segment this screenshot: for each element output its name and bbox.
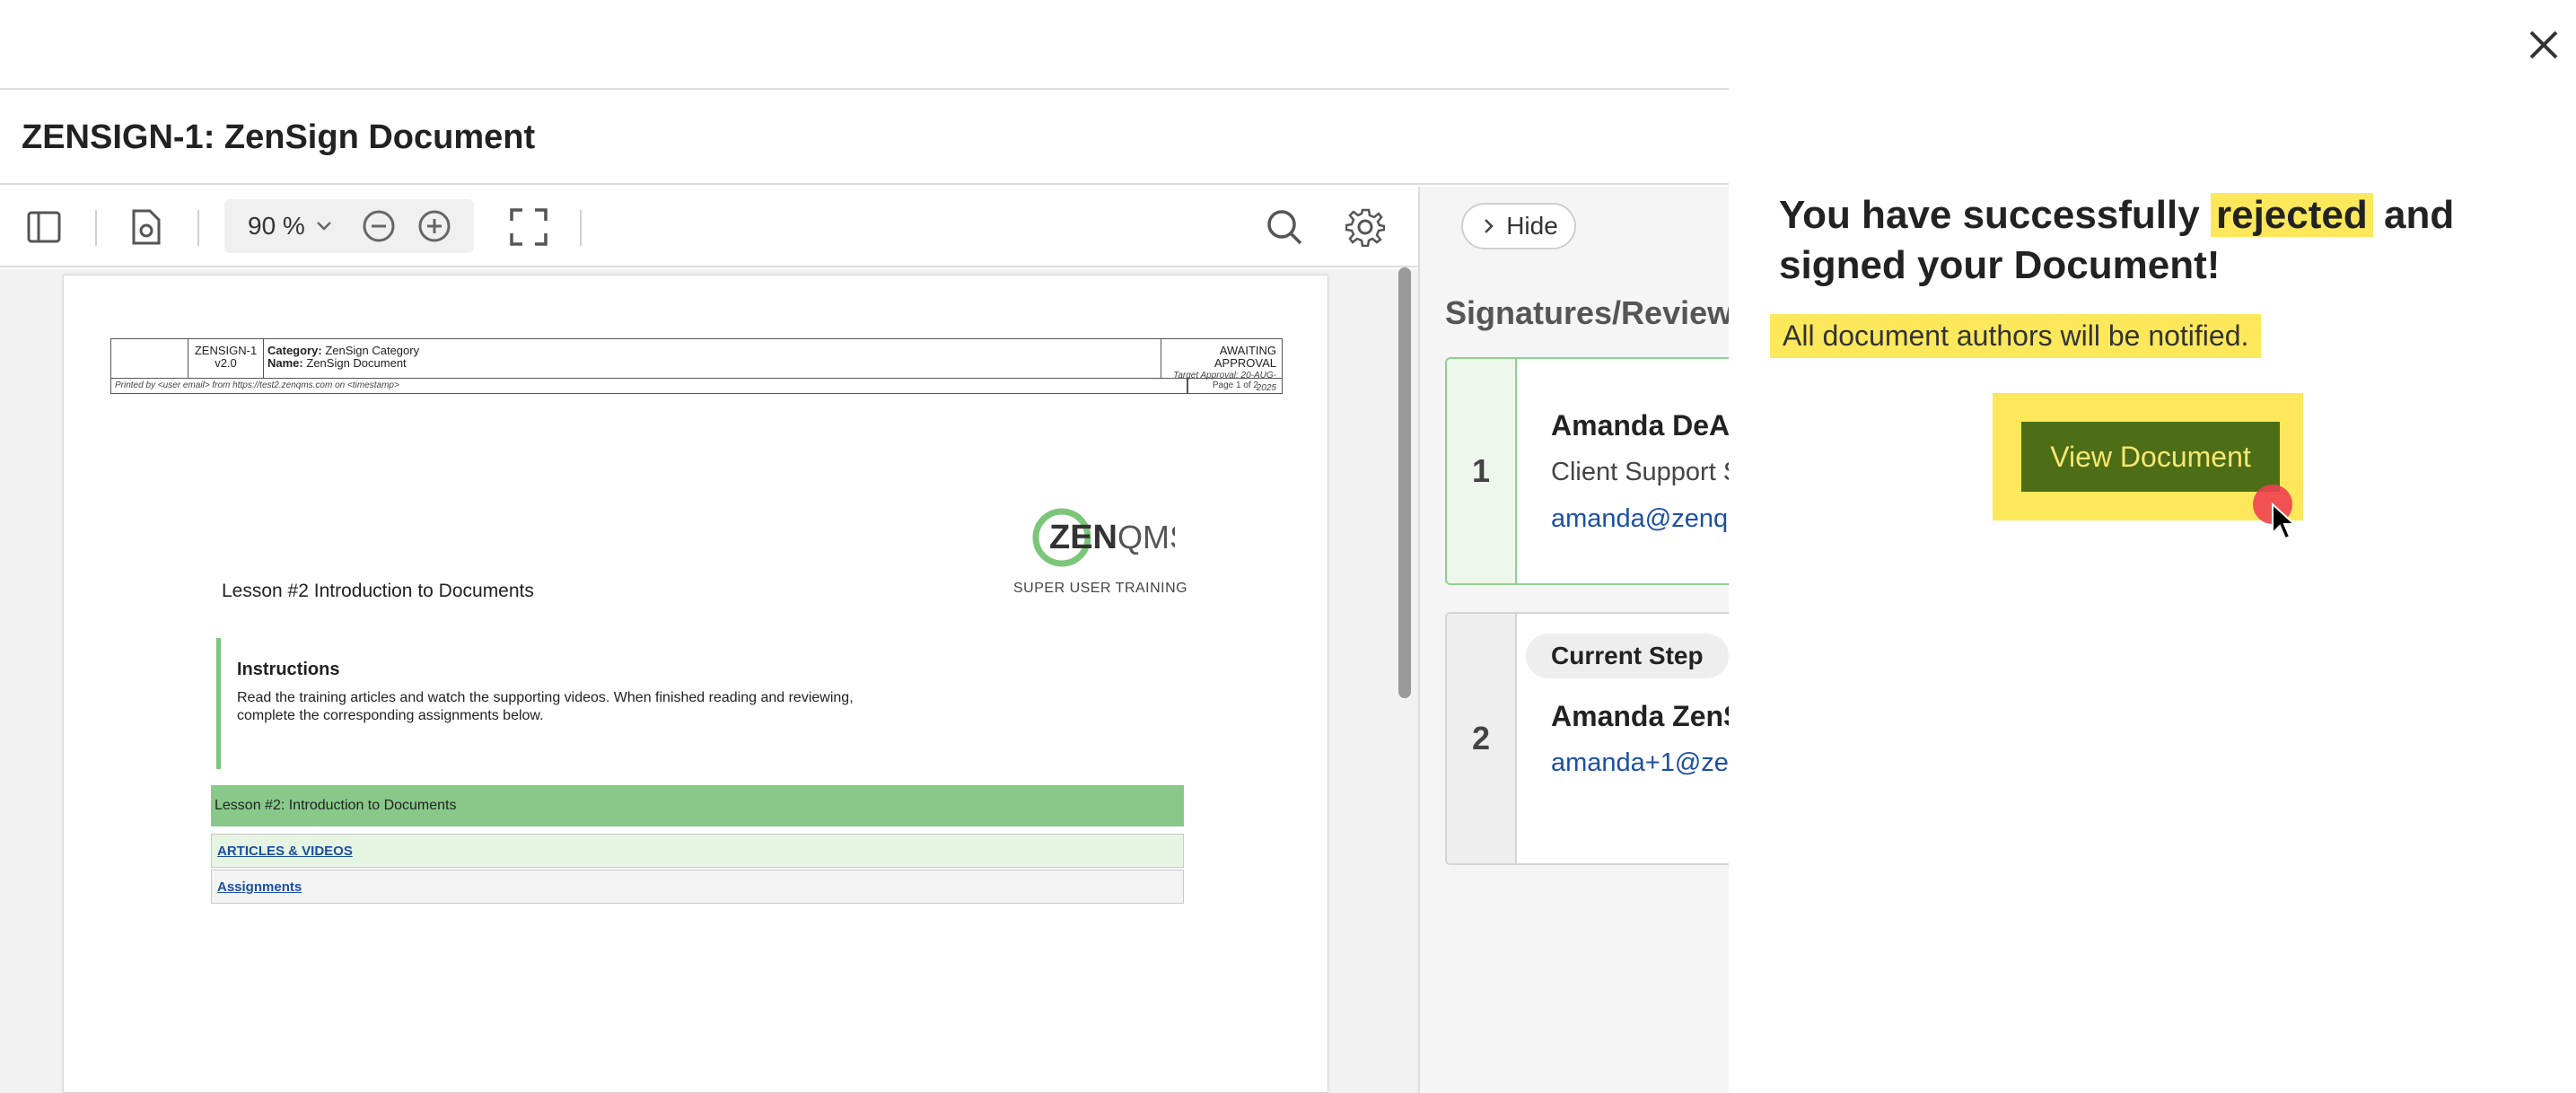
signatures-panel: Hide Signatures/Reviews 1 Amanda DeAr Cl…	[1418, 187, 1750, 1093]
hide-label: Hide	[1506, 212, 1558, 240]
doc-id: ZENSIGN-1	[194, 344, 258, 357]
doc-version: v2.0	[215, 356, 237, 370]
mouse-cursor-icon	[2271, 502, 2298, 546]
document-settings-icon[interactable]	[124, 205, 169, 249]
instructions-title: Instructions	[237, 660, 340, 679]
toolbar-divider	[95, 210, 97, 246]
doc-category: ZenSign Category	[325, 344, 420, 357]
articles-videos-link[interactable]: ARTICLES & VIDEOS	[217, 844, 353, 859]
view-document-button[interactable]: View Document	[2021, 422, 2280, 492]
step-number: 2	[1447, 614, 1517, 863]
instructions-body: Read the training articles and watch the…	[237, 690, 854, 723]
zoom-in-icon[interactable]	[416, 208, 452, 249]
toolbar-divider	[197, 210, 199, 246]
lesson-table-header: Lesson #2: Introduction to Documents	[211, 785, 1184, 826]
signer-email[interactable]: amanda@zenqm	[1551, 504, 1748, 534]
close-icon[interactable]	[2526, 27, 2562, 63]
pdf-page: ZENSIGN-1 v2.0 Category: ZenSign Categor…	[63, 275, 1328, 1093]
lesson-heading: Lesson #2 Introduction to Documents	[222, 581, 534, 601]
zoom-out-icon[interactable]	[361, 208, 397, 249]
chevron-down-icon[interactable]	[314, 215, 334, 240]
doc-name: ZenSign Document	[306, 356, 407, 370]
signer-name: Amanda DeAr	[1551, 409, 1741, 442]
svg-text:ZEN: ZEN	[1049, 519, 1117, 556]
current-step-badge: Current Step	[1526, 634, 1729, 678]
signature-step-card[interactable]: 2 Current Step Amanda ZenS amanda+1@zen	[1445, 612, 1750, 865]
gear-icon[interactable]	[1343, 205, 1388, 249]
notification-message: All document authors will be notified.	[1770, 314, 2262, 358]
viewer-toolbar: 90 %	[0, 187, 1418, 267]
hide-panel-button[interactable]: Hide	[1461, 203, 1576, 249]
success-message: You have successfully rejected and signe…	[1779, 193, 2455, 287]
top-bar	[0, 0, 1729, 90]
assignments-row: Assignments	[211, 870, 1184, 904]
title-bar: ZENSIGN-1: ZenSign Document	[0, 92, 1729, 185]
signature-step-card[interactable]: 1 Amanda DeAr Client Support S amanda@ze…	[1445, 357, 1750, 585]
sidebar-toggle-icon[interactable]	[22, 205, 66, 249]
search-icon[interactable]	[1262, 205, 1307, 249]
step-number: 1	[1447, 359, 1517, 583]
page-title: ZENSIGN-1: ZenSign Document	[22, 118, 536, 156]
viewer-scrollbar[interactable]	[1398, 267, 1411, 698]
rejected-highlight: rejected	[2210, 193, 2373, 237]
page-number: Page 1 of 2	[1212, 380, 1258, 390]
success-drawer: You have successfully rejected and signe…	[1729, 0, 2576, 1093]
articles-row: ARTICLES & VIDEOS	[211, 834, 1184, 868]
fullscreen-icon[interactable]	[506, 205, 551, 249]
zoom-value[interactable]: 90 %	[248, 212, 305, 240]
chevron-right-icon	[1485, 219, 1494, 233]
assignments-link[interactable]: Assignments	[217, 879, 302, 895]
zenqms-logo: ZEN QMS	[1031, 507, 1191, 568]
instructions-block: Instructions Read the training articles …	[216, 638, 898, 769]
signatures-title: Signatures/Reviews	[1445, 294, 1751, 331]
document-viewer: ZENSIGN-1 v2.0 Category: ZenSign Categor…	[0, 269, 1418, 1093]
document-header-table: ZENSIGN-1 v2.0 Category: ZenSign Categor…	[110, 338, 1283, 394]
signer-name: Amanda ZenS	[1551, 700, 1743, 732]
doc-status: AWAITING APPROVAL	[1214, 344, 1276, 370]
printed-by: Printed by <user email> from https://tes…	[115, 380, 399, 390]
super-user-training-label: SUPER USER TRAINING	[1013, 581, 1188, 596]
signer-email[interactable]: amanda+1@zen	[1551, 748, 1743, 778]
svg-text:QMS: QMS	[1117, 519, 1175, 555]
zoom-control: 90 %	[224, 199, 474, 253]
toolbar-divider	[580, 210, 582, 246]
signer-role: Client Support S	[1551, 458, 1741, 486]
